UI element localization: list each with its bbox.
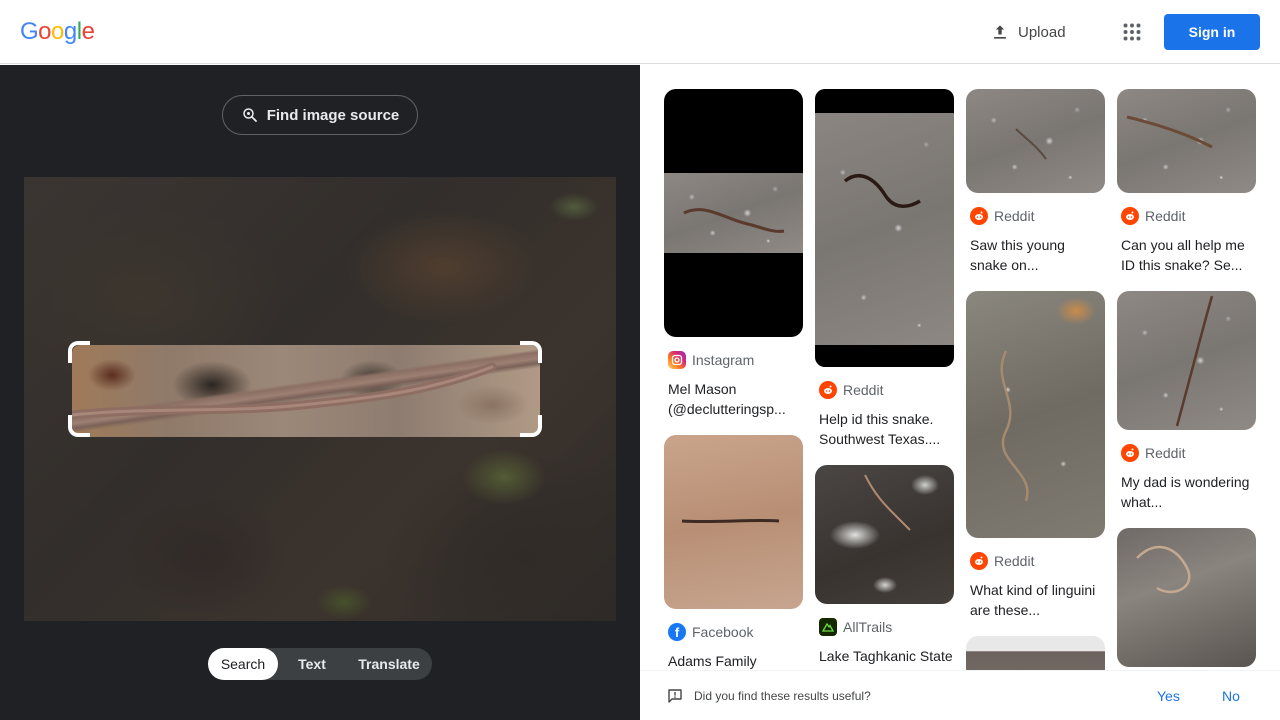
feedback-yes-button[interactable]: Yes bbox=[1157, 688, 1180, 704]
selection-handle-bottom-left[interactable] bbox=[68, 415, 90, 437]
result-card[interactable] bbox=[966, 636, 1105, 670]
reddit-icon bbox=[1121, 207, 1139, 225]
result-card[interactable]: f Facebook Adams Family bbox=[664, 435, 803, 670]
facebook-icon: f bbox=[668, 623, 686, 641]
result-thumbnail[interactable] bbox=[966, 636, 1105, 670]
snake-shape bbox=[72, 362, 497, 420]
result-source: Reddit bbox=[966, 207, 1105, 225]
result-source-label: Reddit bbox=[994, 208, 1035, 224]
header: Google Upload Sign in bbox=[0, 0, 1280, 64]
result-source-label: Reddit bbox=[1145, 445, 1186, 461]
find-image-source-label: Find image source bbox=[266, 106, 400, 124]
reddit-icon bbox=[819, 381, 837, 399]
result-source: AllTrails bbox=[815, 618, 954, 636]
upload-label: Upload bbox=[1018, 23, 1066, 41]
feedback-bar: Did you find these results useful? Yes N… bbox=[640, 670, 1280, 720]
result-thumbnail[interactable] bbox=[1117, 528, 1256, 667]
result-thumbnail[interactable] bbox=[664, 435, 803, 609]
alltrails-icon bbox=[819, 618, 837, 636]
tab-translate[interactable]: Translate bbox=[346, 648, 432, 680]
result-caption[interactable]: Can you all help me ID this snake? Se... bbox=[1117, 235, 1256, 275]
reddit-icon bbox=[1121, 444, 1139, 462]
uploaded-image[interactable] bbox=[24, 177, 616, 621]
upload-icon bbox=[994, 25, 1006, 39]
result-source: Reddit bbox=[815, 381, 954, 399]
instagram-icon bbox=[668, 351, 686, 369]
selection-handle-top-left[interactable] bbox=[68, 341, 90, 363]
result-caption[interactable]: My dad is wondering what... bbox=[1117, 472, 1256, 512]
google-apps-button[interactable] bbox=[1116, 16, 1148, 48]
upload-button[interactable]: Upload bbox=[990, 16, 1066, 48]
grid-icon bbox=[1123, 23, 1141, 41]
result-card[interactable] bbox=[1117, 528, 1256, 667]
lens-mode-tabs: Search Text Translate bbox=[208, 648, 432, 680]
result-card[interactable]: Reddit My dad is wondering what... bbox=[1117, 291, 1256, 512]
result-source-label: Reddit bbox=[1145, 208, 1186, 224]
result-thumbnail[interactable] bbox=[815, 465, 954, 604]
result-card[interactable]: Reddit What kind of linguini are these..… bbox=[966, 291, 1105, 620]
lens-image-panel: Find image source Search Text Translate bbox=[0, 65, 640, 720]
result-caption[interactable]: Mel Mason (@declutteringsp... bbox=[664, 379, 803, 419]
result-source: Reddit bbox=[1117, 444, 1256, 462]
tab-search[interactable]: Search bbox=[208, 648, 278, 680]
feedback-question: Did you find these results useful? bbox=[694, 689, 871, 703]
selection-handle-top-right[interactable] bbox=[520, 341, 542, 363]
result-source: Reddit bbox=[966, 552, 1105, 570]
result-source-label: Reddit bbox=[994, 553, 1035, 569]
result-card[interactable]: Reddit Help id this snake. Southwest Tex… bbox=[815, 89, 954, 449]
lens-search-icon bbox=[242, 108, 257, 122]
result-caption[interactable]: Saw this young snake on... bbox=[966, 235, 1105, 275]
feedback-icon bbox=[668, 689, 682, 703]
google-logo[interactable]: Google bbox=[20, 18, 95, 46]
tab-text[interactable]: Text bbox=[278, 648, 346, 680]
result-card[interactable]: Reddit Saw this young snake on... bbox=[966, 89, 1105, 275]
result-source: Instagram bbox=[664, 351, 803, 369]
result-source-label: AllTrails bbox=[843, 619, 893, 635]
sign-in-button[interactable]: Sign in bbox=[1164, 14, 1260, 50]
reddit-icon bbox=[970, 552, 988, 570]
result-caption[interactable]: What kind of linguini are these... bbox=[966, 580, 1105, 620]
find-image-source-button[interactable]: Find image source bbox=[222, 95, 418, 135]
result-card[interactable]: AllTrails Lake Taghkanic State Park Loop bbox=[815, 465, 954, 670]
result-source-label: Facebook bbox=[692, 624, 754, 640]
reddit-icon bbox=[970, 207, 988, 225]
feedback-no-button[interactable]: No bbox=[1222, 688, 1240, 704]
result-source-label: Instagram bbox=[692, 352, 755, 368]
result-thumbnail[interactable] bbox=[1117, 291, 1256, 430]
result-source: f Facebook bbox=[664, 623, 803, 641]
result-source: Reddit bbox=[1117, 207, 1256, 225]
selection-region[interactable] bbox=[72, 345, 540, 437]
result-card[interactable]: Reddit Can you all help me ID this snake… bbox=[1117, 89, 1256, 275]
result-thumbnail[interactable] bbox=[966, 89, 1105, 193]
result-source-label: Reddit bbox=[843, 382, 884, 398]
result-caption[interactable]: Lake Taghkanic State Park Loop bbox=[815, 646, 954, 670]
selection-handle-bottom-right[interactable] bbox=[520, 415, 542, 437]
result-card[interactable]: Instagram Mel Mason (@declutteringsp... bbox=[664, 89, 803, 419]
result-caption[interactable]: Adams Family bbox=[664, 651, 803, 670]
result-thumbnail[interactable] bbox=[966, 291, 1105, 538]
result-thumbnail[interactable] bbox=[815, 89, 954, 367]
result-caption[interactable]: Help id this snake. Southwest Texas.... bbox=[815, 409, 954, 449]
result-thumbnail[interactable] bbox=[664, 89, 803, 337]
visual-matches-grid: Instagram Mel Mason (@declutteringsp... … bbox=[640, 65, 1280, 670]
result-thumbnail[interactable] bbox=[1117, 89, 1256, 193]
